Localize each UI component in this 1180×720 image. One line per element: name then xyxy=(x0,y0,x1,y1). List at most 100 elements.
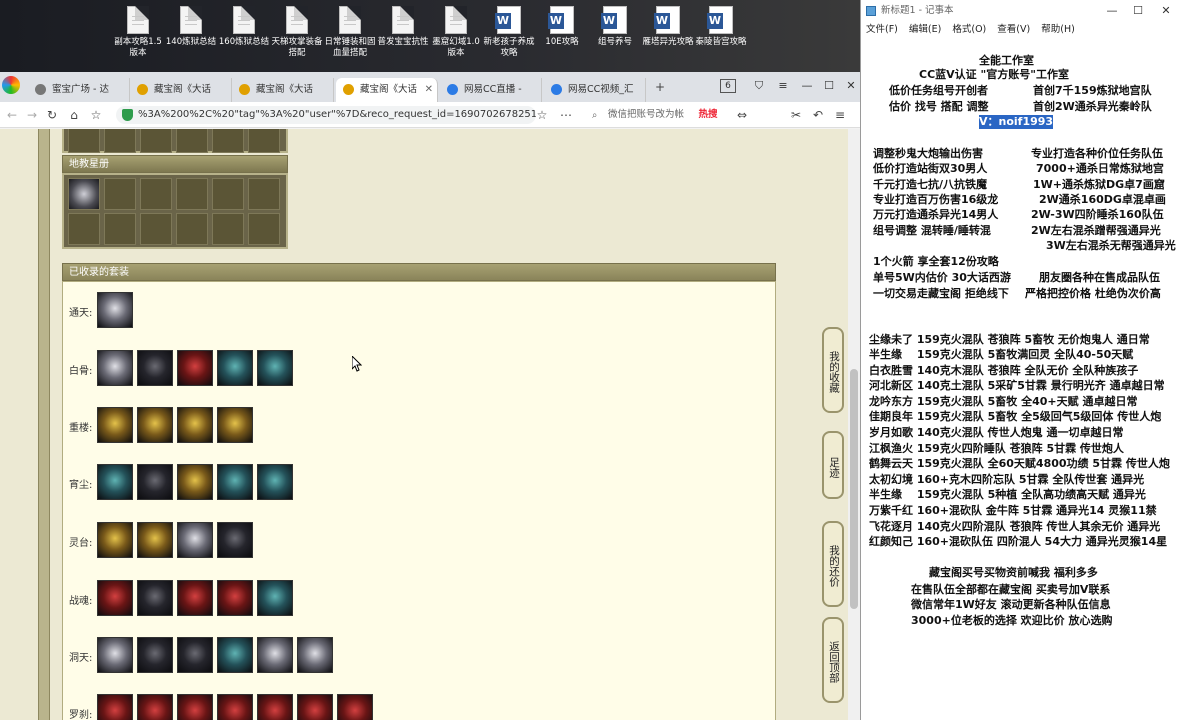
suit-item-slot[interactable] xyxy=(137,464,173,500)
desktop-file-icon[interactable]: W 新老孩子养成攻略 xyxy=(481,6,537,68)
scissors-icon[interactable]: ✂ xyxy=(786,105,806,125)
suit-item-slot[interactable] xyxy=(97,464,133,500)
desktop-file-icon[interactable]: 副本攻略1.5版本 xyxy=(110,6,166,68)
menu-file[interactable]: 文件(F) xyxy=(866,24,898,35)
undo-icon[interactable]: ↶ xyxy=(808,105,828,125)
back-to-top-button[interactable]: 返回顶部 xyxy=(822,617,844,703)
suit-item-slot[interactable] xyxy=(97,292,133,328)
menu-format[interactable]: 格式(O) xyxy=(952,24,986,35)
minimize-button[interactable]: — xyxy=(1099,0,1125,22)
home-icon[interactable]: ⌂ xyxy=(64,105,84,125)
desktop-file-label: 140炼狱总结 xyxy=(165,37,217,47)
menu-edit[interactable]: 编辑(E) xyxy=(909,24,941,35)
address-bar[interactable]: %3A%200%2C%20"tag"%3A%20"user"%7D&reco_r… xyxy=(116,106,536,124)
suit-item-slot[interactable] xyxy=(177,637,213,673)
suit-item-slot[interactable] xyxy=(257,694,293,720)
hot-search-badge[interactable]: 热搜 xyxy=(690,105,726,125)
notepad-line: 1W+通杀炼狱DG卓7画窟 xyxy=(1033,178,1165,191)
suit-item-slot[interactable] xyxy=(97,522,133,558)
maximize-button[interactable]: ☐ xyxy=(1125,0,1151,22)
desktop-file-icon[interactable]: W 雁塔异光攻略 xyxy=(640,6,696,68)
suit-panel-title: 已收录的套装 xyxy=(69,267,129,278)
shirt-icon[interactable]: ⛉ xyxy=(748,75,770,97)
suit-item-slot[interactable] xyxy=(137,694,173,720)
tab-cbg-active[interactable]: 藏宝阁《大话 ✕ xyxy=(336,78,438,102)
desktop-file-icon[interactable]: W 秦陵皆宫攻略 xyxy=(693,6,749,68)
tab-cc-video[interactable]: 网易CC视频_汇 xyxy=(544,78,646,102)
back-icon[interactable]: ← xyxy=(2,105,22,125)
page-scrollbar[interactable] xyxy=(848,129,860,720)
notepad-line: 2W左右混杀蹭帮强通异光 xyxy=(1031,224,1161,237)
star-icon[interactable]: ☆ xyxy=(86,105,106,125)
menu-view[interactable]: 查看(V) xyxy=(997,24,1030,35)
desktop-file-icon[interactable]: 140炼狱总结 xyxy=(163,6,219,68)
menu-help[interactable]: 帮助(H) xyxy=(1041,24,1075,35)
more-icon[interactable]: ⋯ xyxy=(556,105,576,125)
suit-item-slot[interactable] xyxy=(217,407,253,443)
tab-cc-live[interactable]: 网易CC直播 - xyxy=(440,78,542,102)
hamburger-icon[interactable]: ≡ xyxy=(830,105,850,125)
desktop-file-icon[interactable]: 160炼狱总结 xyxy=(216,6,272,68)
suit-item-slot[interactable] xyxy=(97,580,133,616)
suit-item-slot[interactable] xyxy=(97,350,133,386)
suit-item-slot[interactable] xyxy=(217,580,253,616)
menu-icon[interactable]: ≡ xyxy=(772,75,794,97)
suit-item-slot[interactable] xyxy=(257,464,293,500)
extension-icon[interactable]: ⇔ xyxy=(732,105,752,125)
suit-item-slot[interactable] xyxy=(217,522,253,558)
suit-item-slot[interactable] xyxy=(217,464,253,500)
bookmark-icon[interactable]: ☆ xyxy=(532,105,552,125)
suit-item-slot[interactable] xyxy=(137,637,173,673)
desktop-file-icon[interactable]: 日常锤装和固血量搭配 xyxy=(322,6,378,68)
scrollbar-thumb[interactable] xyxy=(850,369,858,609)
suit-item-slot[interactable] xyxy=(177,464,213,500)
suit-item-slot[interactable] xyxy=(257,580,293,616)
desktop-file-icon[interactable]: W 组号养号 xyxy=(587,6,643,68)
suit-item-slot[interactable] xyxy=(217,637,253,673)
tab-cbg-1[interactable]: 藏宝阁《大话 xyxy=(130,78,232,102)
desktop-file-icon[interactable]: 墨窟幻域1.0版本 xyxy=(428,6,484,68)
new-tab-button[interactable]: + xyxy=(650,77,670,97)
browser-logo-icon[interactable] xyxy=(2,76,20,94)
pet-grid-top xyxy=(62,129,288,153)
minimize-button[interactable]: — xyxy=(796,75,818,97)
suit-item-slot[interactable] xyxy=(137,580,173,616)
suit-item-slot[interactable] xyxy=(177,350,213,386)
forward-icon[interactable]: → xyxy=(22,105,42,125)
tab-mibao[interactable]: 蜜宝广场 - 达 xyxy=(28,78,130,102)
suit-item-slot[interactable] xyxy=(97,637,133,673)
suit-item-slot[interactable] xyxy=(217,694,253,720)
suit-item-slot[interactable] xyxy=(297,694,333,720)
my-counteroffer-button[interactable]: 我的还价 xyxy=(822,521,844,607)
suit-item-slot[interactable] xyxy=(97,407,133,443)
desktop-file-icon[interactable]: 普发宝宝抗性 xyxy=(375,6,431,68)
tab-count-badge[interactable]: 6 xyxy=(720,79,736,93)
suit-item-slot[interactable] xyxy=(217,350,253,386)
suit-item-slot[interactable] xyxy=(97,694,133,720)
desktop-file-label: 日常锤装和固血量搭配 xyxy=(324,37,376,58)
refresh-icon[interactable]: ↻ xyxy=(42,105,62,125)
footprint-button[interactable]: 足迹 xyxy=(822,431,844,499)
desktop-file-icon[interactable]: 天梯攻掌装备搭配 xyxy=(269,6,325,68)
suit-item-slot[interactable] xyxy=(257,637,293,673)
desktop-file-icon[interactable]: W 10E攻略 xyxy=(534,6,590,68)
close-tab-icon[interactable]: ✕ xyxy=(425,78,433,102)
close-button[interactable]: ✕ xyxy=(840,75,862,97)
notepad-text-area[interactable]: 全能工作室 CC蓝V认证 "官方账号"工作室 低价任务组号开创者 首创7千159炼狱地… xyxy=(861,40,1180,720)
close-button[interactable]: ✕ xyxy=(1153,0,1179,22)
suit-item-slot[interactable] xyxy=(137,522,173,558)
pet-slot[interactable] xyxy=(68,178,100,210)
suit-item-slot[interactable] xyxy=(137,350,173,386)
tab-cbg-2[interactable]: 藏宝阁《大话 xyxy=(232,78,334,102)
my-favorites-button[interactable]: 我的收藏 xyxy=(822,327,844,413)
desktop-file-label: 10E攻略 xyxy=(545,37,579,47)
suit-item-slot[interactable] xyxy=(177,694,213,720)
suit-item-slot[interactable] xyxy=(177,407,213,443)
suit-item-slot[interactable] xyxy=(177,522,213,558)
suit-item-slot[interactable] xyxy=(257,350,293,386)
suit-item-slot[interactable] xyxy=(177,580,213,616)
suit-item-slot[interactable] xyxy=(137,407,173,443)
suit-item-slot[interactable] xyxy=(297,637,333,673)
maximize-button[interactable]: ☐ xyxy=(818,75,840,97)
suit-item-slot[interactable] xyxy=(337,694,373,720)
